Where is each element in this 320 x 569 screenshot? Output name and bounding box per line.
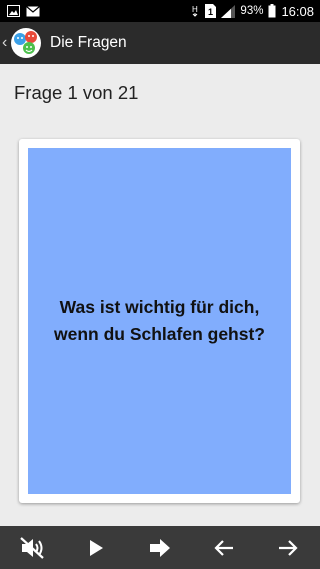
- question-screen: Frage 1 von 21 Was ist wichtig für dich,…: [0, 64, 320, 526]
- app-bar: ‹ Die Fragen: [0, 22, 320, 64]
- play-icon: [90, 539, 103, 556]
- previous-button[interactable]: [204, 528, 244, 568]
- app-title: Die Fragen: [50, 34, 127, 51]
- battery-icon: [268, 4, 276, 18]
- question-card[interactable]: Was ist wichtig für dich, wenn du Schlaf…: [28, 148, 291, 494]
- mute-button[interactable]: [12, 528, 52, 568]
- question-text: Was ist wichtig für dich, wenn du Schlaf…: [54, 297, 265, 344]
- forward-icon: [279, 539, 298, 556]
- next-button[interactable]: [140, 528, 180, 568]
- h-network-icon: H: [192, 4, 200, 18]
- svg-text:H: H: [192, 5, 198, 14]
- picture-icon: [7, 5, 20, 17]
- mute-icon: [20, 536, 44, 559]
- question-card-frame: Was ist wichtig für dich, wenn du Schlaf…: [19, 139, 300, 503]
- forward-button[interactable]: [268, 528, 308, 568]
- mail-icon: [26, 5, 40, 17]
- bottom-toolbar: [0, 526, 320, 569]
- svg-text:1: 1: [208, 7, 213, 17]
- status-bar: H 1 93% 16:08: [0, 0, 320, 22]
- battery-percent: 93%: [240, 5, 264, 17]
- previous-icon: [214, 539, 233, 556]
- sim-1-icon: 1: [205, 4, 217, 18]
- question-counter: Frage 1 von 21: [14, 82, 139, 103]
- back-chevron-icon[interactable]: ‹: [2, 35, 10, 51]
- signal-icon: [221, 4, 236, 18]
- app-logo-icon[interactable]: [11, 28, 41, 58]
- play-button[interactable]: [76, 528, 116, 568]
- clock: 16:08: [281, 3, 314, 19]
- next-arrow-icon: [150, 538, 170, 557]
